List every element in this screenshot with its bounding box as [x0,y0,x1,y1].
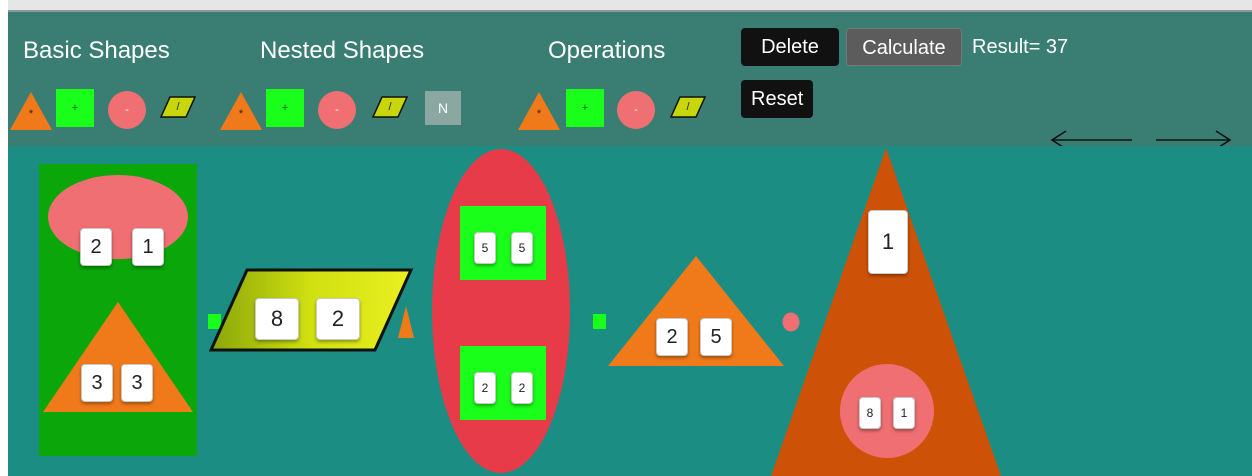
tool-symbol: - [335,104,339,116]
tool-symbol: + [281,102,289,114]
number-tile[interactable]: 5 [474,232,496,264]
number-tile[interactable]: 8 [859,397,881,429]
work-canvas: 2 1 3 3 8 2 5 5 2 2 2 5 1 8 1 [8,146,1252,476]
nested-circle-tool[interactable]: - [318,91,356,129]
tool-symbol: * [238,108,244,120]
number-tile[interactable]: 1 [132,228,164,266]
red-ellipse-shape[interactable] [431,148,571,474]
tool-symbol: - [634,104,638,116]
result-display: Result= 37 [972,36,1069,58]
number-tile[interactable]: 2 [80,228,112,266]
number-tile[interactable]: 5 [511,232,533,264]
tool-symbol: / [686,101,690,113]
number-tile[interactable]: 1 [893,397,915,429]
tool-symbol: + [71,102,79,114]
basic-shapes-heading: Basic Shapes [23,37,170,64]
operation-parallelogram-tool[interactable]: / [670,96,706,118]
nested-n-tool[interactable]: N [425,91,461,125]
top-edge-strip [8,0,1252,12]
number-tile[interactable]: 2 [316,298,360,340]
tool-symbol: - [125,104,129,116]
number-tile[interactable]: 2 [474,372,496,404]
nested-square-shape[interactable] [460,346,546,420]
tool-symbol: / [176,101,180,113]
green-rectangle-shape[interactable]: 2 1 3 3 [39,164,197,456]
operation-square-tool[interactable]: + [566,89,604,127]
number-tile[interactable]: 3 [121,364,153,402]
nested-circle-shape[interactable] [839,363,935,459]
triangle-shape[interactable] [43,302,193,414]
basic-triangle-tool[interactable]: * [10,92,52,130]
ellipse-shape[interactable] [47,174,189,260]
number-tile[interactable]: 3 [81,364,113,402]
number-tile[interactable]: 1 [868,210,908,274]
basic-square-tool[interactable]: + [56,89,94,127]
delete-button[interactable]: Delete [741,28,839,66]
tool-symbol: * [536,108,542,120]
operations-heading: Operations [548,37,666,64]
basic-parallelogram-tool[interactable]: / [160,96,196,118]
tool-symbol: + [581,102,589,114]
number-tile[interactable]: 2 [511,372,533,404]
operator-square[interactable] [593,314,606,329]
shape-calculator-app: Basic Shapes Nested Shapes Operations * … [8,0,1252,476]
nested-square-tool[interactable]: + [266,89,304,127]
operator-triangle[interactable] [398,306,414,338]
calculate-button[interactable]: Calculate [846,28,962,66]
tool-symbol: * [28,108,34,120]
tool-symbol: / [388,101,392,113]
operation-triangle-tool[interactable]: * [518,92,560,130]
reset-button[interactable]: Reset [741,80,813,118]
basic-circle-tool[interactable]: - [108,91,146,129]
nested-shapes-heading: Nested Shapes [260,37,425,64]
parallelogram-shape[interactable] [209,268,415,352]
number-tile[interactable]: 2 [656,318,688,356]
operation-circle-tool[interactable]: - [617,91,655,129]
nested-triangle-tool[interactable]: * [220,92,262,130]
nested-parallelogram-tool[interactable]: / [372,96,408,118]
number-tile[interactable]: 8 [255,298,299,340]
triangle-shape[interactable] [608,256,784,366]
number-tile[interactable]: 5 [700,318,732,356]
nested-square-shape[interactable] [460,206,546,280]
toolbar: Basic Shapes Nested Shapes Operations * … [8,12,1252,150]
